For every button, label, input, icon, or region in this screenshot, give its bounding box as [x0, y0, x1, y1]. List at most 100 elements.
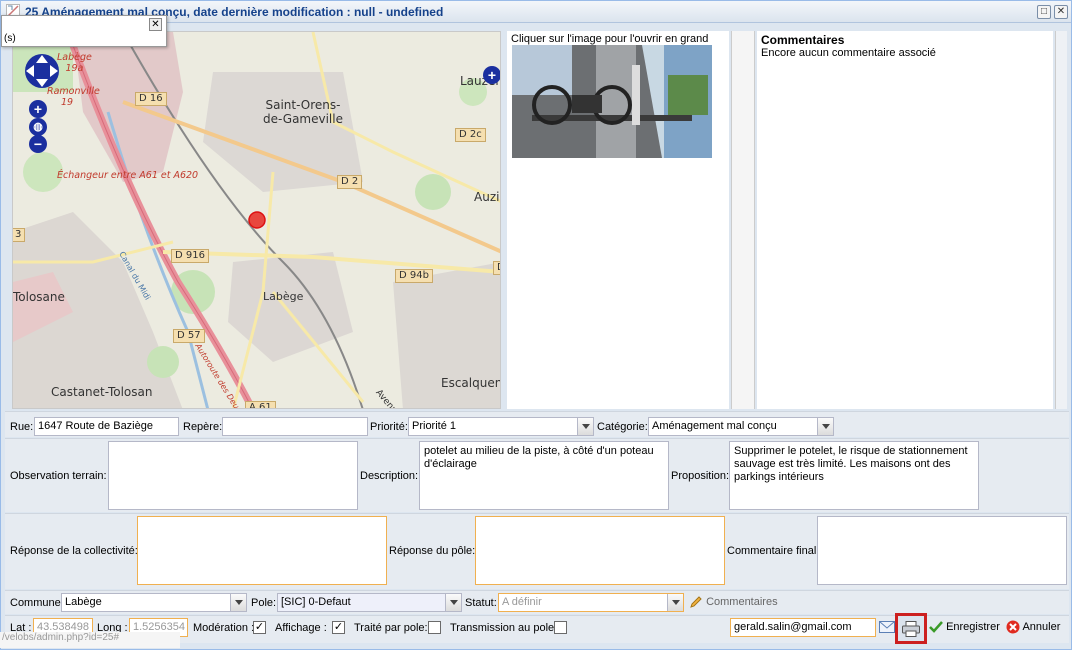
browser-status-url: /velobs/admin.php?id=25# — [0, 632, 180, 648]
map-road-label: D — [493, 261, 500, 275]
commentaire-final-label: Commentaire final: — [727, 545, 820, 557]
commentaires-label: Commentaires — [706, 595, 778, 608]
comments-panel: Commentaires Encore aucun commentaire as… — [757, 31, 1053, 409]
pencil-icon — [690, 596, 702, 608]
maximize-button[interactable]: □ — [1037, 5, 1051, 19]
photo-caption: Cliquer sur l'image pour l'ouvrir en gra… — [511, 33, 709, 45]
map-road-label: 3 — [13, 228, 26, 242]
map-town-label: Labège — [263, 290, 304, 303]
cancel-icon — [1006, 620, 1020, 634]
chevron-down-icon[interactable] — [577, 418, 593, 435]
map-town-label: Castanet-Tolosan — [51, 385, 153, 399]
statut-label: Statut: — [465, 597, 497, 609]
rue-input[interactable]: 1647 Route de Baziège — [34, 417, 179, 436]
incident-marker[interactable] — [248, 211, 266, 229]
vertical-scrollbar[interactable] — [1055, 31, 1067, 409]
map-town-label: Saint-Orens- de-Gameville — [263, 98, 343, 126]
map-pan-control[interactable] — [23, 50, 61, 92]
map-town-label: Auzie — [474, 190, 500, 204]
statut-placeholder: A définir — [502, 596, 542, 608]
priorite-label: Priorité: — [370, 421, 408, 433]
send-mail-button[interactable] — [879, 621, 895, 636]
moderation-checkbox[interactable]: ✓ — [253, 621, 266, 634]
close-icon: ✕ — [1056, 6, 1066, 17]
commentaires-button[interactable]: Commentaires — [689, 595, 778, 609]
statut-select[interactable]: A définir — [498, 593, 684, 612]
pan-arrows-icon[interactable] — [23, 50, 61, 92]
categorie-value: Aménagement mal conçu — [652, 420, 777, 432]
annuler-label: Annuler — [1022, 620, 1061, 633]
zoom-out-button[interactable]: − — [29, 135, 47, 153]
enregistrer-label: Enregistrer — [946, 620, 1000, 633]
enregistrer-button[interactable]: Enregistrer — [929, 620, 1000, 634]
reponse-collectivite-textarea[interactable] — [137, 516, 387, 585]
proposition-textarea[interactable]: Supprimer le potelet, le risque de stati… — [729, 441, 979, 510]
popup-text: (s) — [4, 33, 16, 44]
map-road-label: D 94b — [395, 269, 433, 283]
proposition-label: Proposition: — [671, 470, 730, 482]
pole-select[interactable]: [SIC] 0-Defaut — [277, 593, 462, 612]
map-label: Labège 19a — [57, 52, 92, 74]
map-town-label: Tolosane — [13, 290, 65, 304]
traite-label: Traité par pole: — [354, 622, 428, 634]
envelope-icon — [879, 621, 895, 633]
moderation-label: Modération : — [193, 622, 255, 634]
chevron-down-icon[interactable] — [230, 594, 246, 611]
map-panel[interactable]: Labège 19a Ramonville 19 D 16 Saint-Oren… — [12, 31, 501, 409]
map-popup: ✕ (s) — [1, 15, 167, 47]
map-label: 19 — [61, 97, 74, 108]
pole-value: [SIC] 0-Defaut — [281, 596, 351, 608]
chevron-down-icon[interactable] — [667, 594, 683, 611]
check-icon — [929, 621, 943, 633]
layer-switcher-button[interactable]: + — [483, 66, 500, 84]
close-window-button[interactable]: ✕ — [1054, 5, 1068, 19]
description-textarea[interactable]: potelet au milieu de la piste, à côté d'… — [419, 441, 669, 510]
photo-panel: Cliquer sur l'image pour l'ouvrir en gra… — [507, 31, 729, 409]
priorite-select[interactable]: Priorité 1 — [408, 417, 594, 436]
print-button[interactable] — [895, 613, 927, 644]
comments-empty-text: Encore aucun commentaire associé — [761, 47, 936, 59]
printer-icon — [902, 621, 920, 637]
affichage-checkbox[interactable]: ✓ — [332, 621, 345, 634]
popup-close-button[interactable]: ✕ — [149, 18, 162, 31]
affichage-label: Affichage : — [275, 622, 327, 634]
repere-input[interactable] — [222, 417, 368, 436]
chevron-down-icon[interactable] — [445, 594, 461, 611]
reponse-pole-label: Réponse du pôle: — [389, 545, 476, 557]
categorie-select[interactable]: Aménagement mal conçu — [648, 417, 834, 436]
rue-label: Rue: — [10, 421, 34, 433]
email-input[interactable]: gerald.salin@gmail.com — [730, 618, 876, 637]
categorie-label: Catégorie: — [597, 421, 648, 433]
zoom-in-button[interactable]: + — [29, 100, 47, 118]
description-label: Description: — [360, 470, 419, 482]
observation-label: Observation terrain: — [10, 470, 107, 482]
map-road-label: D 16 — [135, 92, 167, 106]
pole-label: Pole: — [251, 597, 277, 609]
map-road-label: D 916 — [171, 249, 209, 263]
map-label: Échangeur entre A61 et A620 — [57, 170, 199, 181]
commune-value: Labège — [65, 596, 102, 608]
commune-select[interactable]: Labège — [61, 593, 247, 612]
chevron-down-icon[interactable] — [817, 418, 833, 435]
edit-window: 25 Aménagement mal conçu, date dernière … — [0, 0, 1072, 650]
incident-photo[interactable] — [512, 45, 712, 158]
priorite-value: Priorité 1 — [412, 420, 457, 432]
map-road-label: A 61 — [245, 401, 276, 408]
commentaire-final-textarea[interactable] — [817, 516, 1067, 585]
observation-textarea[interactable] — [108, 441, 358, 510]
close-icon: ✕ — [151, 19, 160, 30]
maximize-icon: □ — [1040, 6, 1048, 17]
reponse-pole-textarea[interactable] — [475, 516, 725, 585]
reponse-collectivite-label: Réponse de la collectivité: — [10, 545, 138, 557]
map-town-label: Escalquens — [441, 376, 500, 390]
repere-label: Repère: — [183, 421, 223, 433]
map-road-label: D 57 — [173, 329, 205, 343]
traite-checkbox[interactable] — [428, 621, 441, 634]
annuler-button[interactable]: Annuler — [1006, 620, 1060, 634]
globe-icon[interactable]: ◍ — [29, 118, 47, 136]
commune-label: Commune: — [10, 597, 64, 609]
comments-title: Commentaires — [761, 33, 845, 47]
map-road-label: D 2 — [337, 175, 363, 189]
transmission-checkbox[interactable] — [554, 621, 567, 634]
panel-splitter[interactable] — [731, 31, 755, 409]
